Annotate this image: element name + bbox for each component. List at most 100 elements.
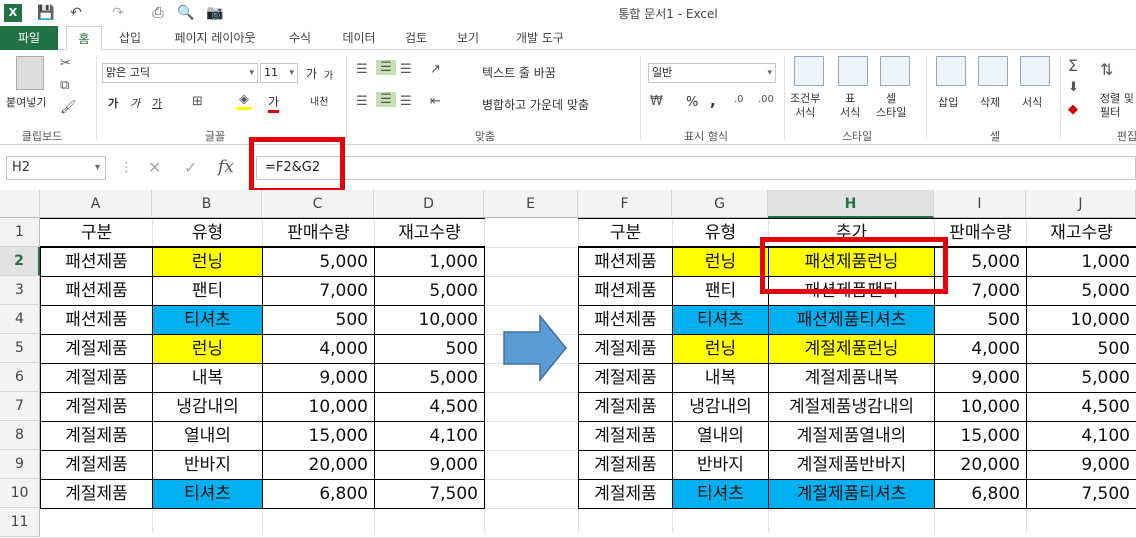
select-all-corner[interactable] (0, 190, 40, 218)
orientation-icon[interactable]: ↗ (430, 62, 441, 77)
data-cell[interactable]: 계절제품 (579, 364, 672, 392)
data-cell[interactable]: 7,500 (1027, 480, 1136, 508)
data-cell[interactable]: 런닝 (153, 335, 262, 363)
column-header-b[interactable]: B (152, 190, 262, 218)
data-cell[interactable]: 계절제품 (41, 364, 152, 392)
column-header-h[interactable]: H (768, 190, 934, 218)
data-cell[interactable]: 계절제품냉감내의 (769, 393, 934, 421)
data-cell[interactable]: 5,000 (935, 248, 1026, 276)
cancel-icon[interactable]: ✕ (148, 158, 161, 177)
align-left-icon[interactable]: ☰ (356, 94, 368, 109)
data-cell[interactable]: 5,000 (375, 277, 484, 305)
column-header-d[interactable]: D (374, 190, 484, 218)
tab-page-layout[interactable]: 페이지 레이아웃 (160, 26, 270, 50)
data-cell[interactable]: 500 (935, 306, 1026, 334)
currency-icon[interactable]: ₩ (650, 94, 663, 109)
data-cell[interactable]: 4,100 (375, 422, 484, 450)
row-header-3[interactable]: 3 (0, 276, 40, 305)
row-header-4[interactable]: 4 (0, 305, 40, 334)
data-cell[interactable]: 냉감내의 (673, 393, 768, 421)
data-cell[interactable]: 패션제품 (579, 306, 672, 334)
header-cell[interactable]: 판매수량 (935, 219, 1026, 247)
data-cell[interactable]: 9,000 (1027, 451, 1136, 479)
data-cell[interactable]: 패션제품 (579, 277, 672, 305)
format-cells-icon[interactable] (1020, 56, 1050, 86)
autosum-icon[interactable]: Σ (1068, 56, 1078, 75)
row-header-10[interactable]: 10 (0, 479, 40, 508)
column-header-e[interactable]: E (484, 190, 578, 218)
row-header-2[interactable]: 2 (0, 247, 40, 276)
indent-icon[interactable]: ⇤ (430, 94, 441, 109)
data-cell[interactable]: 4,000 (935, 335, 1026, 363)
data-cell[interactable]: 내복 (673, 364, 768, 392)
underline-button[interactable]: 가 (152, 95, 162, 111)
data-cell[interactable]: 냉감내의 (153, 393, 262, 421)
data-cell[interactable]: 9,000 (375, 451, 484, 479)
data-cell[interactable]: 6,800 (935, 480, 1026, 508)
data-cell[interactable]: 패션제품 (41, 248, 152, 276)
name-box[interactable]: H2 (6, 156, 106, 180)
header-cell[interactable]: 구분 (41, 219, 152, 247)
data-cell[interactable]: 열내의 (673, 422, 768, 450)
enter-icon[interactable]: ✓ (184, 158, 197, 177)
format-as-table-icon[interactable] (838, 56, 868, 86)
clear-icon[interactable]: ◆ (1068, 102, 1078, 117)
bold-button[interactable]: 가 (108, 95, 118, 111)
grow-font-button[interactable]: 가 (306, 65, 317, 82)
data-cell[interactable]: 런닝 (153, 248, 262, 276)
data-cell[interactable]: 티셔츠 (673, 480, 768, 508)
border-icon[interactable]: ⊞ (192, 94, 203, 109)
percent-button[interactable]: % (686, 95, 698, 110)
data-cell[interactable]: 4,000 (263, 335, 374, 363)
data-cell[interactable]: 계절제품 (41, 422, 152, 450)
conditional-format-button[interactable]: 조건부 서식 (790, 92, 820, 120)
paste-icon[interactable] (16, 56, 44, 90)
align-center-icon[interactable]: ☰ (376, 92, 396, 107)
data-cell[interactable]: 500 (1027, 335, 1136, 363)
format-painter-icon[interactable]: 🖌 (60, 100, 77, 115)
tab-data[interactable]: 데이터 (334, 26, 384, 50)
cut-icon[interactable]: ✂ (60, 56, 71, 71)
data-cell[interactable]: 4,500 (1027, 393, 1136, 421)
data-cell[interactable]: 팬티 (673, 277, 768, 305)
insert-cells-icon[interactable] (936, 56, 966, 86)
tab-file[interactable]: 파일 (0, 26, 58, 50)
data-cell[interactable]: 9,000 (263, 364, 374, 392)
data-cell[interactable]: 패션제품 (579, 248, 672, 276)
column-header-c[interactable]: C (262, 190, 374, 218)
data-cell[interactable]: 계절제품 (41, 451, 152, 479)
column-header-f[interactable]: F (578, 190, 672, 218)
comma-button[interactable]: , (710, 92, 716, 110)
row-header-9[interactable]: 9 (0, 450, 40, 479)
column-header-j[interactable]: J (1026, 190, 1136, 218)
decrease-decimal-icon[interactable]: .00 (758, 94, 774, 105)
data-cell[interactable]: 티셔츠 (153, 306, 262, 334)
data-cell[interactable]: 반바지 (673, 451, 768, 479)
data-cell[interactable]: 10,000 (375, 306, 484, 334)
data-cell[interactable]: 런닝 (673, 248, 768, 276)
data-cell[interactable]: 4,500 (375, 393, 484, 421)
merge-center-button[interactable]: 병합하고 가운데 맞춤 (482, 96, 589, 113)
align-bottom-icon[interactable]: ☰ (400, 62, 412, 77)
header-cell[interactable]: 재고수량 (375, 219, 484, 247)
data-cell[interactable]: 20,000 (263, 451, 374, 479)
data-cell[interactable]: 패션제품 (41, 277, 152, 305)
data-cell[interactable]: 계절제품티셔츠 (769, 480, 934, 508)
sort-filter-button[interactable]: 정렬 및 필터 (1100, 92, 1134, 120)
data-cell[interactable]: 7,000 (935, 277, 1026, 305)
header-cell[interactable]: 유형 (673, 219, 768, 247)
data-cell[interactable]: 10,000 (263, 393, 374, 421)
copy-icon[interactable]: ⧉ (60, 78, 69, 93)
font-size-select[interactable]: 11 (260, 63, 298, 83)
data-cell[interactable]: 티셔츠 (153, 480, 262, 508)
phonetic-button[interactable]: 내천 (310, 93, 328, 108)
data-cell[interactable]: 패션제품 (41, 306, 152, 334)
italic-button[interactable]: 가 (130, 95, 140, 111)
insert-function-button[interactable]: fx (218, 157, 234, 177)
shrink-font-button[interactable]: 가 (324, 67, 333, 82)
data-cell[interactable]: 계절제품 (41, 335, 152, 363)
data-cell[interactable]: 계절제품 (41, 393, 152, 421)
column-header-i[interactable]: I (934, 190, 1026, 218)
tab-view[interactable]: 보기 (448, 26, 488, 50)
tab-home[interactable]: 홈 (66, 26, 102, 51)
